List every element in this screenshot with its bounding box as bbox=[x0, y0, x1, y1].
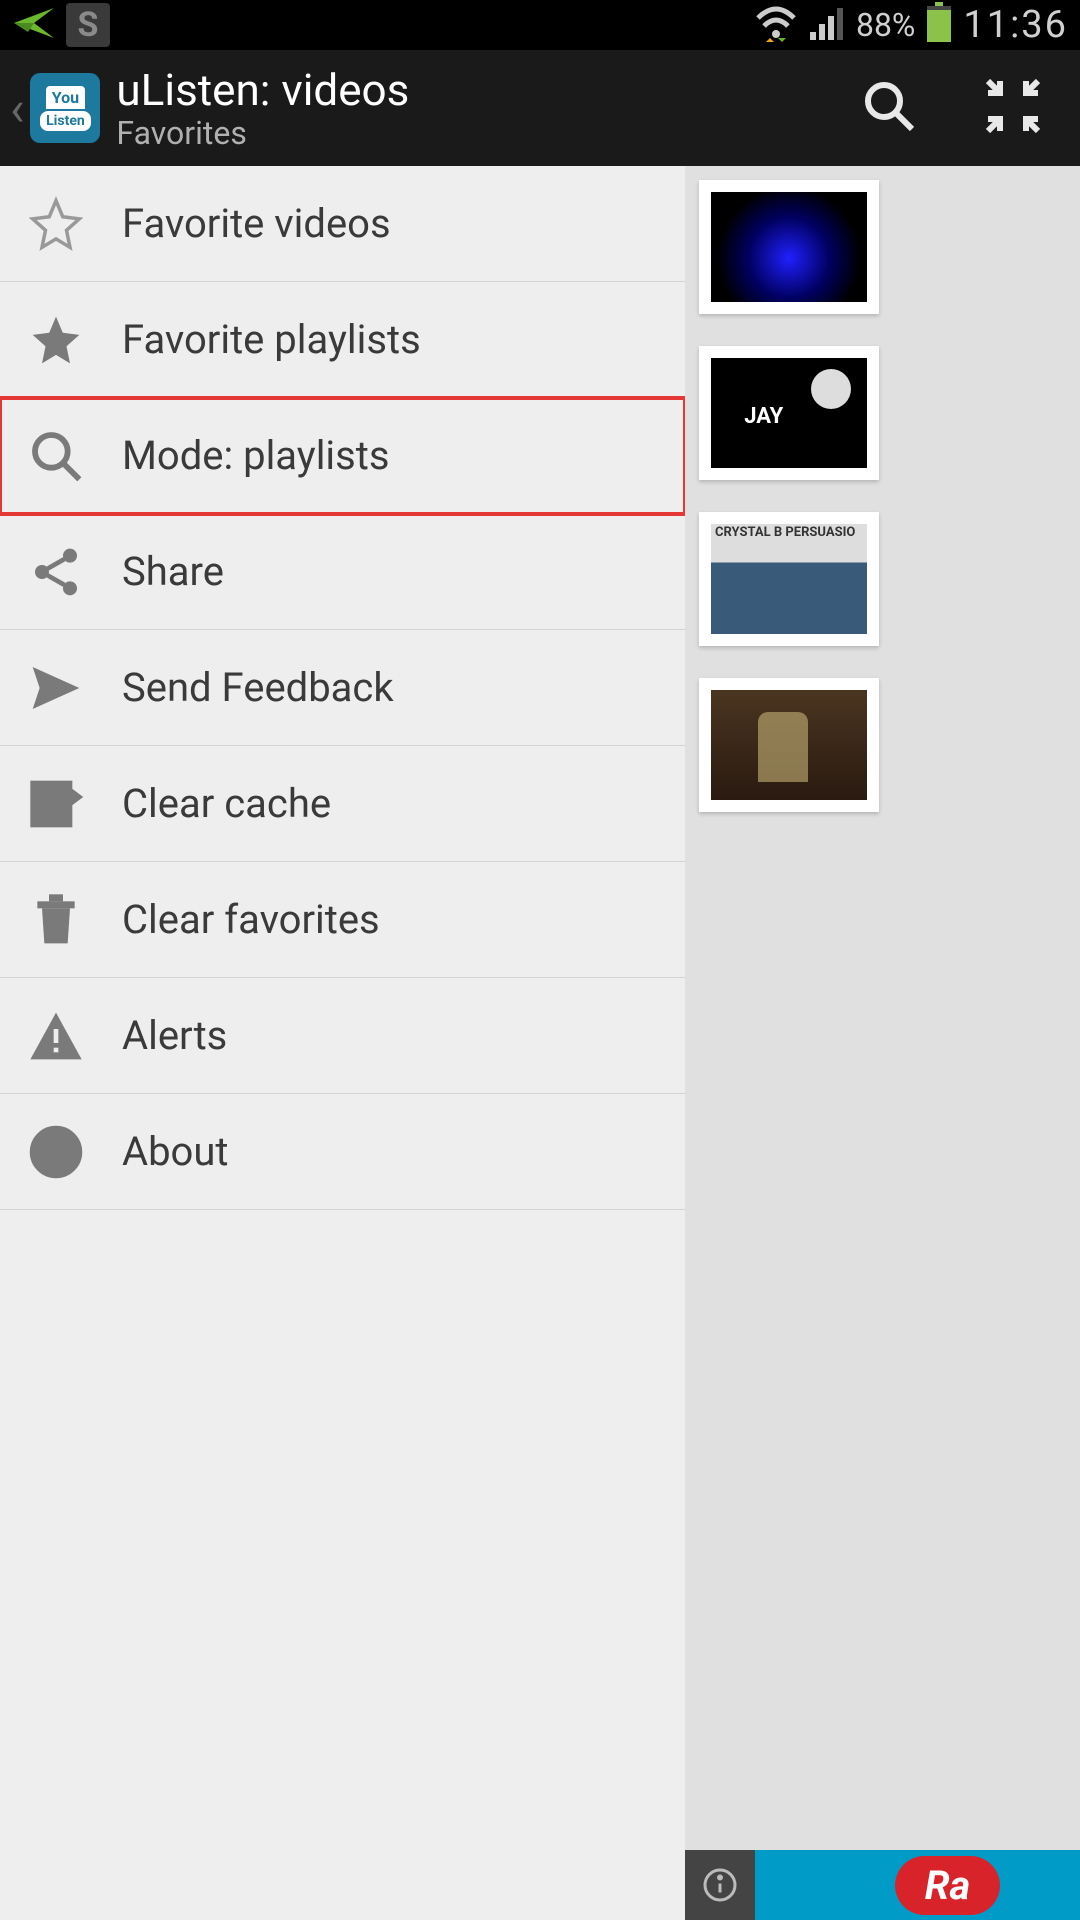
info-icon bbox=[28, 1124, 106, 1180]
ad-info-icon[interactable] bbox=[685, 1850, 755, 1920]
search-icon bbox=[28, 428, 106, 484]
ad-text: Ra bbox=[895, 1856, 1001, 1915]
ad-banner[interactable]: Ra bbox=[685, 1850, 1080, 1920]
scissors-icon bbox=[28, 776, 106, 832]
menu-label: Favorite videos bbox=[122, 200, 391, 247]
menu-clear-cache[interactable]: Clear cache bbox=[0, 746, 685, 862]
battery-percent: 88% bbox=[856, 6, 915, 44]
page-subtitle: Favorites bbox=[116, 114, 862, 152]
menu-about[interactable]: About bbox=[0, 1094, 685, 1210]
action-bar: ‹ You Listen uListen: videos Favorites bbox=[0, 50, 1080, 166]
battery-icon bbox=[925, 2, 953, 48]
content-area: Favorite videos Favorite playlists Mode:… bbox=[0, 166, 1080, 1920]
status-bar: S 88% 11:36 bbox=[0, 0, 1080, 50]
menu-label: Clear favorites bbox=[122, 896, 380, 943]
app-icon[interactable]: You Listen bbox=[30, 73, 100, 143]
video-card[interactable] bbox=[699, 346, 879, 480]
signal-icon bbox=[808, 4, 846, 46]
video-thumbnails-column: Ra bbox=[685, 166, 1080, 1920]
collapse-icon[interactable] bbox=[986, 79, 1040, 137]
star-outline-icon bbox=[28, 196, 106, 252]
star-icon bbox=[28, 312, 106, 368]
thumbnail-image bbox=[711, 192, 867, 302]
video-card[interactable] bbox=[699, 678, 879, 812]
alert-icon bbox=[28, 1008, 106, 1064]
video-card[interactable] bbox=[699, 180, 879, 314]
back-icon[interactable]: ‹ bbox=[10, 80, 30, 137]
menu-label: Mode: playlists bbox=[122, 432, 390, 479]
menu-favorite-playlists[interactable]: Favorite playlists bbox=[0, 282, 685, 398]
wifi-icon bbox=[754, 4, 798, 46]
share-icon bbox=[28, 544, 106, 600]
menu-clear-favorites[interactable]: Clear favorites bbox=[0, 862, 685, 978]
menu-label: Share bbox=[122, 548, 224, 595]
trash-icon bbox=[28, 892, 106, 948]
menu-label: About bbox=[122, 1128, 229, 1175]
menu-mode-playlists[interactable]: Mode: playlists bbox=[0, 398, 685, 514]
thumbnail-image bbox=[711, 524, 867, 634]
menu-label: Favorite playlists bbox=[122, 316, 421, 363]
menu-send-feedback[interactable]: Send Feedback bbox=[0, 630, 685, 746]
clock: 11:36 bbox=[963, 3, 1068, 47]
drawer-menu: Favorite videos Favorite playlists Mode:… bbox=[0, 166, 685, 1920]
paper-plane-icon bbox=[12, 6, 56, 44]
menu-favorite-videos[interactable]: Favorite videos bbox=[0, 166, 685, 282]
menu-share[interactable]: Share bbox=[0, 514, 685, 630]
search-icon[interactable] bbox=[862, 79, 916, 137]
send-icon bbox=[28, 660, 106, 716]
menu-label: Clear cache bbox=[122, 780, 331, 827]
thumbnail-image bbox=[711, 690, 867, 800]
s-app-icon: S bbox=[66, 3, 110, 47]
thumbnail-image bbox=[711, 358, 867, 468]
video-card[interactable] bbox=[699, 512, 879, 646]
menu-label: Send Feedback bbox=[122, 664, 394, 711]
menu-label: Alerts bbox=[122, 1012, 227, 1059]
menu-alerts[interactable]: Alerts bbox=[0, 978, 685, 1094]
page-title: uListen: videos bbox=[116, 64, 862, 116]
